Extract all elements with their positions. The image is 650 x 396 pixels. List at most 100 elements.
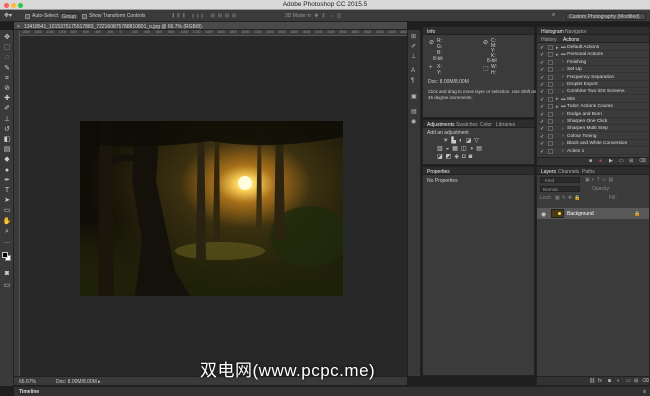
action-dialog-toggle[interactable] bbox=[548, 111, 553, 117]
action-row[interactable]: ✓ › Set Up bbox=[537, 66, 649, 74]
tab-history[interactable]: History bbox=[541, 37, 557, 43]
action-row[interactable]: ✓ › Combine Two iOS Screens bbox=[537, 88, 649, 96]
transform-controls-checkbox[interactable] bbox=[82, 13, 87, 19]
action-dialog-toggle[interactable] bbox=[548, 82, 553, 87]
visibility-eye-icon[interactable]: ◉ bbox=[541, 211, 546, 218]
layer-filter-kind[interactable]: Kind bbox=[540, 177, 580, 183]
disclosure-triangle-icon[interactable]: › bbox=[562, 133, 564, 139]
play-icon[interactable]: ▶ bbox=[609, 158, 613, 164]
history-icon[interactable]: ⊞ bbox=[411, 33, 416, 40]
action-row[interactable]: ✓ › Sharpen One Click bbox=[537, 118, 649, 125]
action-dialog-toggle[interactable] bbox=[548, 52, 553, 58]
tab-info[interactable]: Info bbox=[427, 29, 435, 35]
action-enabled-check-icon[interactable]: ✓ bbox=[540, 126, 544, 132]
styles-icon[interactable]: ▣ bbox=[411, 93, 417, 100]
marquee-tool-icon[interactable]: ⬚ bbox=[2, 44, 12, 52]
clone-stamp-tool-icon[interactable]: ⊥ bbox=[2, 116, 12, 124]
screen-mode-icon[interactable]: ▭ bbox=[2, 282, 12, 290]
tab-color[interactable]: Color bbox=[480, 122, 492, 128]
zoom-tool-icon[interactable]: ⌕ bbox=[2, 228, 12, 236]
action-dialog-toggle[interactable] bbox=[548, 104, 553, 110]
action-dialog-toggle[interactable] bbox=[548, 74, 553, 80]
blur-tool-icon[interactable]: ◆ bbox=[2, 156, 12, 164]
tab-navigator[interactable]: Navigator bbox=[565, 29, 586, 35]
type-tool-icon[interactable]: T bbox=[2, 187, 12, 195]
zoom-level[interactable]: 66.67% bbox=[19, 379, 36, 385]
action-row[interactable]: ✓ ▸ ▬ Personal Actions bbox=[537, 51, 649, 59]
action-enabled-check-icon[interactable]: ✓ bbox=[540, 60, 544, 66]
character-icon[interactable]: A bbox=[411, 68, 415, 74]
tab-libraries[interactable]: Libraries bbox=[496, 122, 515, 128]
3d-mode-buttons[interactable]: ⟲✥⇕⇔◫ bbox=[307, 13, 344, 19]
glyphs-icon[interactable]: ▤ bbox=[411, 108, 417, 115]
action-row[interactable]: ✓ › Sharpen Multi Step bbox=[537, 125, 649, 133]
tab-channels[interactable]: Channels bbox=[558, 169, 579, 175]
disclosure-triangle-icon[interactable]: › bbox=[562, 74, 564, 80]
disclosure-triangle-icon[interactable]: › bbox=[562, 59, 564, 65]
delete-action-icon[interactable]: ⌫ bbox=[639, 158, 646, 164]
disclosure-triangle-icon[interactable]: › bbox=[562, 111, 564, 117]
action-enabled-check-icon[interactable]: ✓ bbox=[540, 52, 544, 58]
auto-select-checkbox[interactable] bbox=[25, 13, 30, 19]
history-brush-tool-icon[interactable]: ↺ bbox=[2, 126, 12, 134]
hand-tool-icon[interactable]: ✋ bbox=[2, 218, 12, 226]
action-dialog-toggle[interactable] bbox=[548, 59, 553, 65]
disclosure-triangle-icon[interactable]: › bbox=[562, 141, 564, 147]
disclosure-triangle-icon[interactable]: › bbox=[562, 148, 564, 154]
shape-tool-icon[interactable]: ▭ bbox=[2, 207, 12, 215]
action-dialog-toggle[interactable] bbox=[548, 141, 553, 147]
action-enabled-check-icon[interactable]: ✓ bbox=[540, 82, 544, 88]
timeline-panel[interactable]: Timeline ≡ bbox=[14, 386, 650, 396]
document-tab[interactable]: × 13418541_1015375175517883_722160875788… bbox=[14, 22, 407, 30]
workspace-dropdown[interactable]: Custom Photography (Modified) bbox=[566, 12, 646, 20]
disclosure-triangle-icon[interactable]: › bbox=[562, 82, 564, 88]
tab-properties[interactable]: Properties bbox=[427, 169, 450, 175]
link-layers-icon[interactable]: ⛓ bbox=[589, 378, 595, 384]
layer-style-icon[interactable]: fx bbox=[598, 378, 602, 384]
disclosure-triangle-icon[interactable]: › bbox=[562, 89, 564, 95]
stop-icon[interactable]: ■ bbox=[589, 158, 592, 164]
action-dialog-toggle[interactable] bbox=[548, 133, 553, 139]
tab-paths[interactable]: Paths bbox=[582, 169, 595, 175]
quick-mask-icon[interactable]: ◙ bbox=[2, 270, 12, 278]
action-row[interactable]: ✓ › Dodge and Burn bbox=[537, 111, 649, 118]
brush-settings-icon[interactable]: ✐ bbox=[411, 43, 416, 50]
action-enabled-check-icon[interactable]: ✓ bbox=[540, 89, 544, 95]
new-action-icon[interactable]: ⊞ bbox=[629, 158, 633, 164]
action-row[interactable]: ✓ › Frequency Separation bbox=[537, 74, 649, 81]
layer-row[interactable]: ◉ Background 🔒 bbox=[537, 208, 649, 219]
move-tool-preset-icon[interactable]: ✥▾ bbox=[4, 12, 12, 19]
action-row[interactable]: ✓ ▸ ▬ Default Actions bbox=[537, 44, 649, 51]
action-row[interactable]: ✓ › Black and White Conversion bbox=[537, 140, 649, 148]
close-tab-icon[interactable]: × bbox=[17, 24, 20, 30]
adjustment-icons-row3[interactable]: ◪◩◈◘◙ bbox=[437, 153, 475, 160]
status-menu-icon[interactable]: ▸ bbox=[98, 379, 101, 385]
move-tool-icon[interactable]: ✥ bbox=[2, 34, 12, 42]
lock-icons[interactable]: ▦✎✥🔒 bbox=[555, 195, 582, 201]
action-enabled-check-icon[interactable]: ✓ bbox=[540, 141, 544, 147]
action-dialog-toggle[interactable] bbox=[548, 148, 553, 154]
delete-layer-icon[interactable]: ⌫ bbox=[642, 378, 649, 384]
new-set-icon[interactable]: ▭ bbox=[619, 158, 624, 164]
action-dialog-toggle[interactable] bbox=[548, 45, 553, 50]
gradient-tool-icon[interactable]: ▤ bbox=[2, 146, 12, 154]
more-tools-icon[interactable]: … bbox=[2, 238, 12, 246]
tab-histogram[interactable]: Histogram bbox=[541, 29, 564, 35]
document-image[interactable] bbox=[80, 121, 343, 296]
tab-actions[interactable]: Actions bbox=[563, 37, 579, 43]
action-row[interactable]: ✓ ▸ ▬ 80s bbox=[537, 96, 649, 103]
action-enabled-check-icon[interactable]: ✓ bbox=[540, 75, 544, 81]
dodge-tool-icon[interactable]: ● bbox=[2, 167, 12, 175]
action-enabled-check-icon[interactable]: ✓ bbox=[540, 67, 544, 73]
action-dialog-toggle[interactable] bbox=[548, 119, 553, 124]
disclosure-triangle-icon[interactable]: ▸ bbox=[556, 96, 559, 102]
action-enabled-check-icon[interactable]: ✓ bbox=[540, 104, 544, 110]
tool-presets-icon[interactable]: ◉ bbox=[411, 118, 416, 125]
crop-tool-icon[interactable]: ⌗ bbox=[2, 75, 12, 83]
adjustment-icons-row1[interactable]: ☀▙◐◪▽ bbox=[443, 137, 482, 144]
tab-layers[interactable]: Layers bbox=[541, 169, 556, 175]
action-enabled-check-icon[interactable]: ✓ bbox=[540, 45, 544, 51]
layer-mask-icon[interactable]: ◙ bbox=[608, 378, 611, 384]
adjustment-layer-icon[interactable]: ◐ bbox=[617, 378, 620, 384]
record-icon[interactable]: ● bbox=[599, 158, 602, 164]
